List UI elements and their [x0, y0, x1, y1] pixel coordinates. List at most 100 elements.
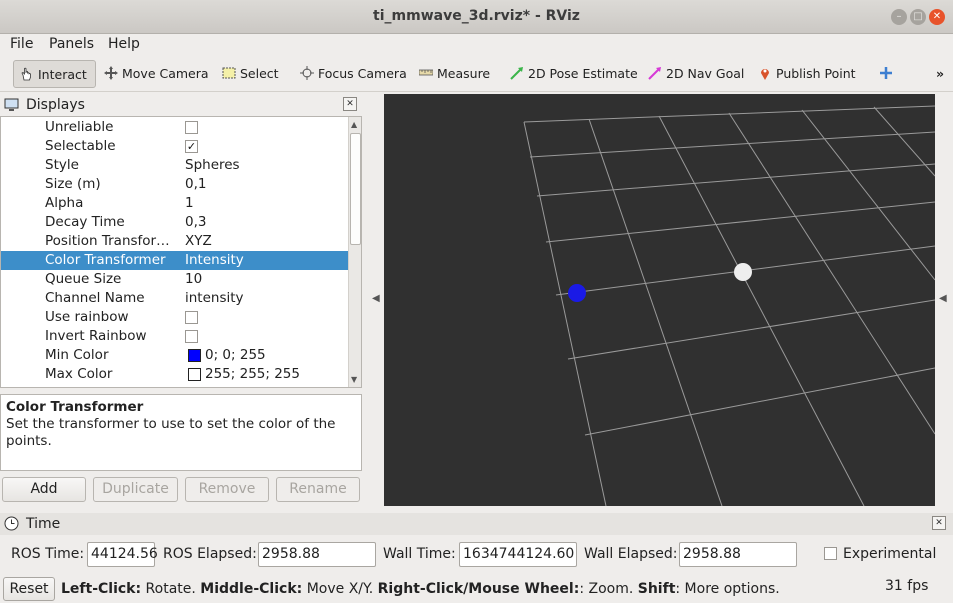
property-key: Use rainbow: [45, 309, 129, 325]
property-value[interactable]: XYZ: [185, 233, 212, 249]
displays-property-tree[interactable]: Unreliable Selectable ✓ Style Spheres Size (m…: [0, 116, 362, 388]
publish-point-label: Publish Point: [776, 66, 856, 81]
plus-icon: [880, 67, 892, 79]
property-row[interactable]: Use rainbow: [1, 308, 348, 327]
property-value[interactable]: 0,1: [185, 176, 206, 192]
nav-goal-tool-button[interactable]: 2D Nav Goal: [642, 60, 744, 88]
menu-file[interactable]: File: [10, 36, 33, 52]
property-value[interactable]: 1: [185, 195, 194, 211]
property-checkbox[interactable]: [185, 121, 198, 134]
close-button[interactable]: ✕: [929, 9, 945, 25]
time-close-button[interactable]: ✕: [932, 516, 946, 530]
property-value[interactable]: Intensity: [185, 252, 244, 268]
scroll-up-icon[interactable]: ▲: [351, 120, 357, 129]
focus-camera-tool-button[interactable]: Focus Camera: [294, 60, 407, 88]
hint-shift-key: Shift: [637, 581, 676, 597]
minimize-button[interactable]: –: [891, 9, 907, 25]
add-display-button[interactable]: Add: [2, 477, 86, 502]
property-value[interactable]: 0,3: [185, 214, 206, 230]
description-title: Color Transformer: [6, 399, 144, 415]
focus-camera-label: Focus Camera: [318, 66, 407, 81]
property-row[interactable]: Style Spheres: [1, 156, 348, 175]
interact-tool-button[interactable]: Interact: [13, 60, 96, 88]
scrollbar-thumb[interactable]: [350, 133, 361, 245]
collapse-right-icon[interactable]: ◀: [939, 293, 947, 304]
property-value[interactable]: intensity: [185, 290, 244, 306]
property-row[interactable]: Min Color 0; 0; 255: [1, 346, 348, 365]
property-checkbox[interactable]: [185, 330, 198, 343]
property-value[interactable]: 0; 0; 255: [205, 347, 266, 363]
toolbar-overflow-button[interactable]: »: [936, 60, 944, 88]
remove-display-button[interactable]: Remove: [185, 477, 269, 502]
move-camera-tool-button[interactable]: Move Camera: [98, 60, 209, 88]
property-row[interactable]: Selectable ✓: [1, 137, 348, 156]
property-row[interactable]: Color Transformer Intensity: [1, 251, 348, 270]
wall-elapsed-field[interactable]: 2958.88: [679, 542, 797, 567]
menu-panels[interactable]: Panels: [49, 36, 94, 52]
hint-middle-click-text: Move X/Y.: [302, 581, 378, 597]
measure-tool-button[interactable]: Measure: [413, 60, 490, 88]
hint-middle-click-key: Middle-Click:: [200, 581, 303, 597]
property-key: Invert Rainbow: [45, 328, 147, 344]
displays-scrollbar[interactable]: ▲ ▼: [348, 117, 361, 387]
maximize-button[interactable]: □: [910, 9, 926, 25]
magenta-arrow-icon: [648, 67, 661, 80]
property-key: Queue Size: [45, 271, 122, 287]
property-value[interactable]: 255; 255; 255: [205, 366, 300, 382]
selection-rect-icon: [222, 67, 236, 79]
hint-shift-text: : More options.: [675, 581, 780, 597]
ros-time-field[interactable]: 44124.56: [87, 542, 158, 567]
rename-display-button[interactable]: Rename: [276, 477, 360, 502]
menu-help[interactable]: Help: [108, 36, 140, 52]
ground-grid: [523, 105, 935, 506]
time-title: Time: [26, 516, 61, 532]
property-row[interactable]: Invert Rainbow: [1, 327, 348, 346]
pose-estimate-tool-button[interactable]: 2D Pose Estimate: [504, 60, 638, 88]
color-swatch[interactable]: [188, 368, 201, 381]
pose-estimate-label: 2D Pose Estimate: [528, 66, 638, 81]
hint-right-click-key: Right-Click/Mouse Wheel:: [377, 581, 580, 597]
grid-scene: [523, 105, 935, 506]
property-row[interactable]: Unreliable: [1, 118, 348, 137]
wall-time-field[interactable]: 1634744124.60: [459, 542, 577, 567]
render-viewport[interactable]: [384, 94, 935, 506]
property-value[interactable]: Spheres: [185, 157, 240, 173]
displays-title: Displays: [26, 97, 85, 113]
toolbar: Interact Move Camera Select Focus Camera…: [0, 56, 953, 92]
crosshair-icon: [300, 66, 314, 80]
experimental-checkbox[interactable]: [824, 547, 837, 560]
property-checkbox[interactable]: [185, 311, 198, 324]
reset-button[interactable]: Reset: [3, 577, 55, 601]
duplicate-display-button[interactable]: Duplicate: [93, 477, 178, 502]
publish-point-tool-button[interactable]: Publish Point: [752, 60, 856, 88]
property-key: Position Transfor…: [45, 233, 170, 249]
add-tool-button[interactable]: [876, 60, 896, 88]
hand-pointer-icon: [21, 67, 31, 81]
collapse-left-icon[interactable]: ◀: [372, 293, 380, 304]
select-tool-button[interactable]: Select: [216, 60, 279, 88]
ros-elapsed-field[interactable]: 2958.88: [258, 542, 376, 567]
property-checkbox[interactable]: ✓: [185, 140, 198, 153]
property-row[interactable]: Max Color 255; 255; 255: [1, 365, 348, 384]
monitor-icon: [4, 98, 19, 111]
interact-label: Interact: [38, 67, 87, 82]
scroll-down-icon[interactable]: ▼: [351, 375, 357, 384]
property-key: Unreliable: [45, 119, 114, 135]
property-value[interactable]: 10: [185, 271, 202, 287]
experimental-label: Experimental: [843, 546, 937, 562]
wall-elapsed-label: Wall Elapsed:: [584, 546, 678, 562]
property-row[interactable]: Channel Name intensity: [1, 289, 348, 308]
ruler-icon: [419, 69, 433, 76]
property-row[interactable]: Decay Time 0,3: [1, 213, 348, 232]
mouse-hint: Left-Click: Rotate. Middle-Click: Move X…: [61, 581, 780, 597]
displays-close-button[interactable]: ✕: [343, 97, 357, 111]
property-key: Style: [45, 157, 79, 173]
property-row[interactable]: Size (m) 0,1: [1, 175, 348, 194]
property-key: Color Transformer: [45, 252, 166, 268]
property-row[interactable]: Alpha 1: [1, 194, 348, 213]
min-intensity-point: [568, 284, 586, 302]
property-row[interactable]: Position Transfor… XYZ: [1, 232, 348, 251]
property-row[interactable]: Queue Size 10: [1, 270, 348, 289]
property-key: Channel Name: [45, 290, 145, 306]
color-swatch[interactable]: [188, 349, 201, 362]
